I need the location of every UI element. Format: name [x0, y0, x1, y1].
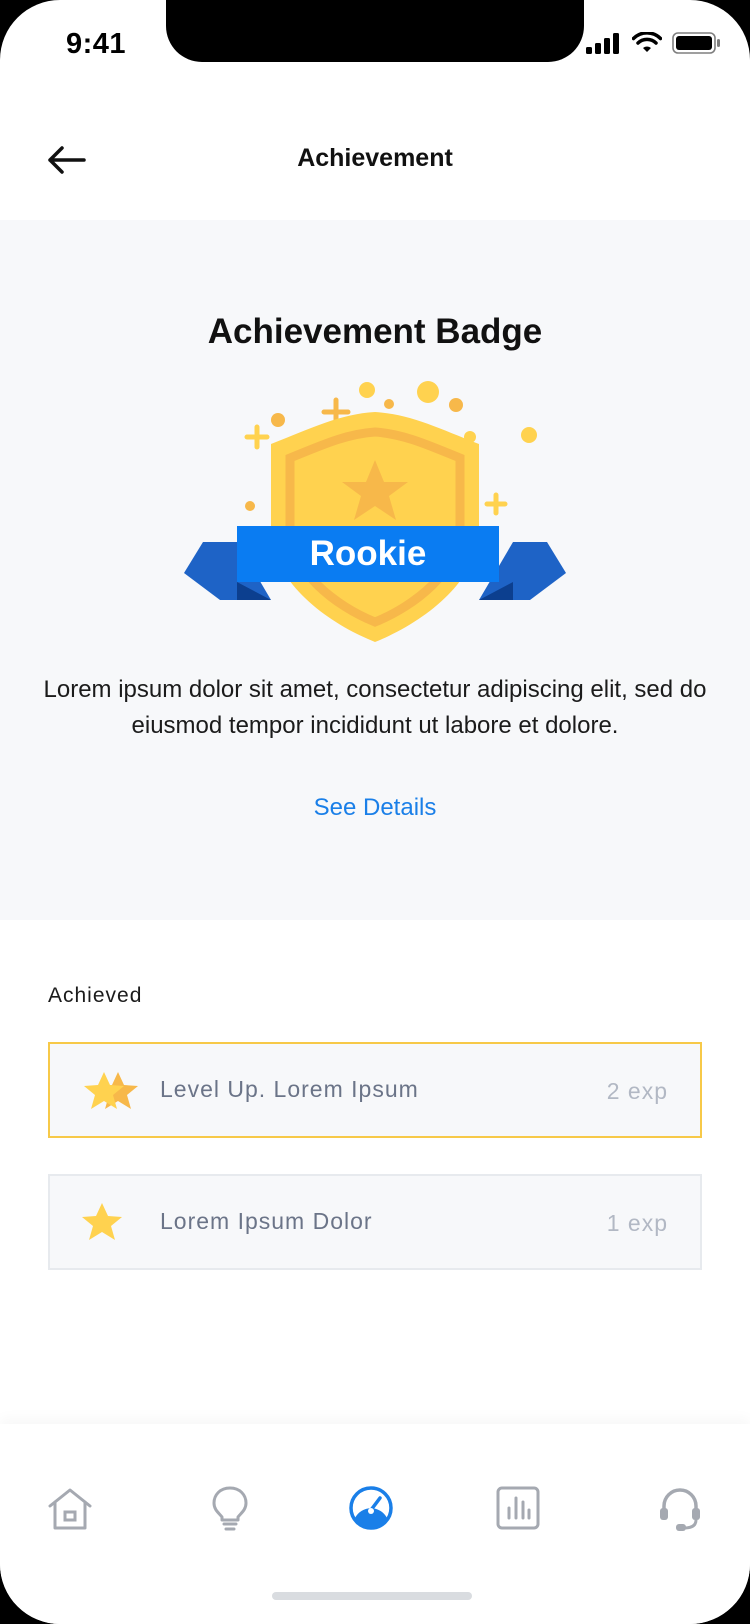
page-title: Achievement: [297, 144, 453, 172]
tab-stats[interactable]: [494, 1484, 542, 1532]
achievement-badge: Rookie: [180, 370, 570, 670]
tab-support[interactable]: [656, 1484, 704, 1532]
status-icons: [586, 32, 720, 54]
bar-chart-icon: [496, 1486, 540, 1530]
achievement-name: Level Up. Lorem Ipsum: [160, 1076, 419, 1102]
home-icon: [48, 1488, 92, 1530]
achievement-exp: 2 exp: [606, 1078, 668, 1104]
achievement-item[interactable]: Level Up. Lorem Ipsum 2 exp: [48, 1042, 702, 1138]
hero-title: Achievement Badge: [207, 312, 543, 351]
badge-hero: Achievement Badge Rookie Lorem ipsum dol…: [0, 220, 750, 920]
tab-home[interactable]: [46, 1484, 94, 1532]
home-indicator[interactable]: [272, 1592, 472, 1600]
tab-ideas[interactable]: [206, 1484, 254, 1532]
achievement-item[interactable]: Lorem Ipsum Dolor 1 exp: [48, 1174, 702, 1270]
status-time: 9:41: [66, 28, 127, 60]
speedometer-icon: [349, 1486, 393, 1530]
badge-label: Rookie: [309, 534, 427, 573]
headset-icon: [660, 1488, 700, 1531]
badge-description: Lorem ipsum dolor sit amet, consectetur …: [43, 676, 707, 739]
tab-dashboard[interactable]: [347, 1484, 395, 1532]
achievement-exp: 1 exp: [606, 1210, 668, 1236]
shield-badge-icon: [184, 381, 566, 642]
achievement-name: Lorem Ipsum Dolor: [160, 1208, 373, 1234]
wifi-icon: [632, 32, 662, 52]
achieved-label: Achieved: [48, 984, 143, 1007]
nav-header: Achievement: [0, 110, 750, 210]
phone-screen: 9:41 Achievement Achievement Badge Rooki…: [0, 0, 750, 1624]
double-star-icon: [84, 1072, 138, 1109]
battery-icon: [672, 32, 720, 54]
lightbulb-icon: [212, 1486, 248, 1531]
device-notch: [166, 0, 584, 62]
see-details-link[interactable]: See Details: [0, 794, 750, 822]
star-icon: [82, 1203, 122, 1240]
signal-icon: [586, 33, 619, 54]
